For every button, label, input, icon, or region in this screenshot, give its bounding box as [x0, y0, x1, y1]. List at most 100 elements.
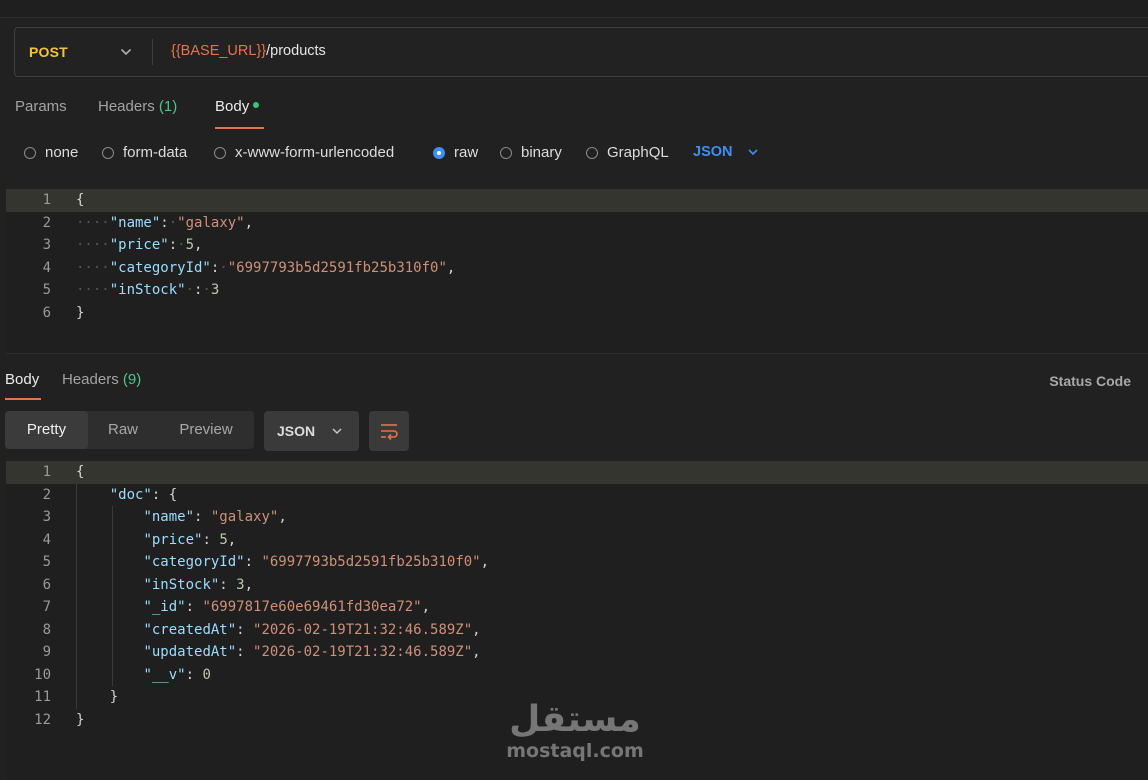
json-key: "inStock"	[143, 576, 220, 593]
tab-params[interactable]: Params	[15, 98, 67, 115]
tab-headers[interactable]: Headers (1)	[98, 98, 177, 115]
chevron-down-icon	[332, 428, 342, 435]
line-number: 2	[42, 214, 51, 231]
tab-body-label: Body	[215, 98, 250, 115]
code-token: {	[76, 192, 85, 208]
json-key: "__v"	[143, 666, 186, 683]
radio-urlencoded[interactable]: x-www-form-urlencoded	[214, 144, 394, 161]
radio-form-data[interactable]: form-data	[102, 144, 187, 161]
radio-label: binary	[521, 144, 562, 161]
json-value: 5	[219, 531, 228, 548]
view-raw[interactable]: Raw	[88, 411, 158, 449]
line-number: 5	[42, 554, 51, 570]
code-token: {	[76, 464, 85, 480]
url-divider	[152, 39, 153, 65]
radio-label: x-www-form-urlencoded	[235, 144, 395, 161]
radio-circle	[214, 146, 226, 159]
code-line: 3 ····"price":·5,	[6, 234, 1148, 257]
json-key: "doc"	[109, 486, 152, 503]
json-key: "updatedAt"	[143, 644, 237, 660]
response-view-toggle: Pretty Raw Preview	[5, 411, 254, 449]
json-value: 3	[210, 282, 220, 298]
request-body-editor[interactable]: 1{ 2 ····"name":·"galaxy", 3 ····"price":·…	[6, 189, 1148, 354]
json-value: "2026-02-19T21:32:46.589Z"	[253, 644, 473, 660]
code-line: 6 "inStock": 3,	[6, 574, 1148, 597]
view-pretty[interactable]: Pretty	[5, 411, 88, 449]
radio-circle	[24, 146, 36, 159]
format-label: JSON	[277, 423, 316, 439]
headers-count: (1)	[158, 98, 178, 115]
watermark-latin: mostaql.com	[506, 740, 644, 762]
json-key: "inStock"	[109, 282, 186, 298]
url-path: /products	[266, 43, 326, 59]
tab-response-headers[interactable]: Headers (9)	[62, 371, 141, 388]
radio-circle-selected	[433, 146, 445, 159]
chevron-down-icon	[747, 149, 758, 156]
line-number: 3	[42, 509, 51, 525]
radio-none[interactable]: none	[24, 144, 78, 161]
code-line: 4 ····"categoryId":·"6997793b5d2591fb25b3…	[6, 257, 1148, 280]
tab-body-underline	[215, 127, 264, 129]
radio-raw[interactable]: raw	[433, 144, 478, 161]
code-line: 5 "categoryId": "6997793b5d2591fb25b310f…	[6, 551, 1148, 574]
tab-response-headers-label: Headers	[62, 371, 119, 388]
line-number: 10	[34, 666, 51, 683]
json-key: "name"	[143, 509, 195, 525]
response-format-dropdown[interactable]: JSON	[264, 411, 359, 451]
code-line: 8 "createdAt": "2026-02-19T21:32:46.589Z…	[6, 619, 1148, 642]
chevron-down-icon[interactable]	[119, 45, 133, 59]
code-line: 4 "price": 5,	[6, 529, 1148, 552]
tab-response-body[interactable]: Body	[5, 371, 39, 388]
radio-circle	[586, 146, 598, 159]
radio-binary[interactable]: binary	[500, 144, 562, 161]
code-token: }	[76, 711, 85, 728]
code-token: }	[76, 304, 85, 321]
json-value: "6997793b5d2591fb25b310f0"	[227, 259, 447, 276]
json-value: "2026-02-19T21:32:46.589Z"	[253, 621, 473, 638]
json-value: "galaxy"	[177, 214, 245, 231]
line-number: 8	[42, 621, 51, 638]
code-line: 10 "__v": 0	[6, 664, 1148, 687]
radio-label: GraphQL	[607, 144, 669, 161]
code-line: 3 "name": "galaxy",	[6, 506, 1148, 529]
code-line: 2 "doc": {	[6, 484, 1148, 507]
wrap-lines-icon	[381, 424, 398, 441]
json-value: "6997793b5d2591fb25b310f0"	[261, 554, 481, 570]
line-number: 11	[34, 689, 51, 705]
json-value: 0	[202, 666, 211, 683]
language-label: JSON	[693, 144, 733, 160]
line-number: 6	[42, 304, 51, 321]
tab-response-body-underline	[5, 398, 41, 400]
code-line: 6}	[6, 302, 1148, 325]
url-input[interactable]: {{BASE_URL}}/products	[171, 43, 326, 59]
watermark-arabic: مستقل	[509, 699, 641, 740]
json-key: "createdAt"	[143, 621, 237, 638]
wrap-lines-button[interactable]	[369, 411, 409, 451]
json-value: 3	[236, 576, 245, 593]
code-token: }	[109, 689, 119, 705]
line-number: 9	[42, 644, 51, 660]
line-number: 2	[42, 486, 51, 503]
line-number: 3	[42, 237, 51, 253]
line-number: 12	[34, 711, 51, 728]
response-headers-count: (9)	[122, 371, 142, 388]
line-number: 5	[42, 282, 51, 298]
radio-label: form-data	[123, 144, 188, 161]
json-value: "6997817e60e69461fd30ea72"	[202, 599, 422, 615]
tab-body[interactable]: Body	[215, 98, 260, 115]
code-line: 7 "_id": "6997817e60e69461fd30ea72",	[6, 596, 1148, 619]
radio-circle	[500, 146, 512, 159]
url-variable: {{BASE_URL}}	[171, 43, 267, 59]
code-line: 1{	[6, 461, 1148, 484]
json-key: "name"	[109, 214, 161, 231]
body-active-dot	[253, 102, 260, 108]
view-preview[interactable]: Preview	[158, 411, 254, 449]
method-selector[interactable]: POST	[29, 44, 68, 60]
status-code-label: Status Code	[1049, 373, 1131, 389]
tab-headers-label: Headers	[98, 98, 155, 115]
radio-graphql[interactable]: GraphQL	[586, 144, 669, 161]
line-number: 7	[42, 599, 51, 615]
language-dropdown[interactable]: JSON	[693, 144, 759, 160]
radio-circle	[102, 146, 114, 159]
code-line: 5 ····"inStock"·:·3	[6, 279, 1148, 302]
